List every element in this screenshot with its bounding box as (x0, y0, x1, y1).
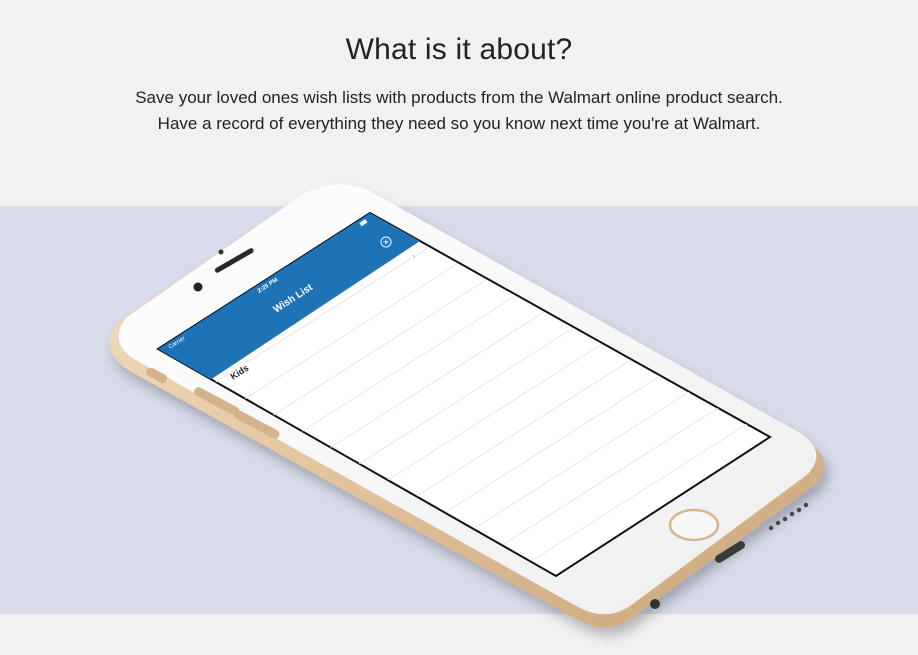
phone-mockup: Carrier 2:25 PM Wish List Kids › (110, 184, 825, 628)
front-camera-icon (193, 282, 203, 292)
home-button[interactable] (668, 508, 720, 542)
